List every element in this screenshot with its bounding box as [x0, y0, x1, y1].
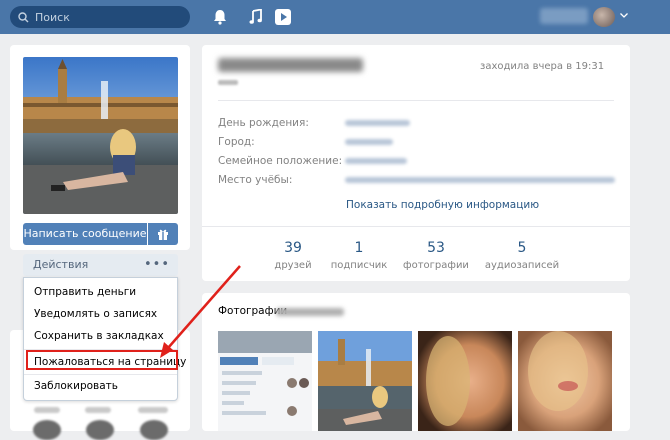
- gift-icon: [158, 229, 168, 240]
- city-value-blurred[interactable]: [345, 139, 393, 145]
- friend-name-blurred: [34, 407, 60, 413]
- menu-item-notify-posts[interactable]: Уведомлять о записях: [34, 308, 157, 320]
- actions-label: Действия: [33, 258, 89, 271]
- divider: [218, 100, 614, 101]
- menu-item-send-money[interactable]: Отправить деньги: [34, 286, 136, 298]
- avatar[interactable]: [593, 7, 615, 27]
- play-icon[interactable]: [275, 9, 291, 25]
- send-message-button[interactable]: Написать сообщение: [23, 223, 147, 245]
- counter-photos[interactable]: 53 фотографии: [391, 240, 481, 271]
- search-icon: [18, 11, 29, 22]
- friend-name-blurred: [85, 407, 111, 413]
- birthday-label: День рождения:: [218, 117, 309, 129]
- counter-label: аудиозаписей: [484, 260, 560, 271]
- menu-item-block[interactable]: Заблокировать: [34, 380, 118, 392]
- counter-audio[interactable]: 5 аудиозаписей: [477, 240, 567, 271]
- actions-dropdown-menu: Отправить деньги Уведомлять о записях Со…: [23, 277, 186, 401]
- more-dots-icon: •••: [143, 257, 170, 272]
- chevron-down-icon[interactable]: [620, 13, 628, 18]
- friend-avatar[interactable]: [86, 420, 114, 440]
- report-highlight-box: [26, 350, 178, 370]
- birthday-value-blurred[interactable]: [345, 120, 410, 126]
- profile-status-blurred: [218, 80, 238, 85]
- photo-thumbnail[interactable]: [318, 331, 412, 431]
- education-label: Место учёбы:: [218, 174, 293, 186]
- divider: [202, 226, 630, 227]
- last-seen-status: заходила вчера в 19:31: [480, 61, 605, 72]
- show-full-info-link[interactable]: Показать подробную информацию: [346, 199, 539, 211]
- friend-avatar[interactable]: [140, 420, 168, 440]
- user-name-blurred[interactable]: [540, 8, 588, 24]
- counter-value: 5: [517, 240, 527, 256]
- gift-button[interactable]: [148, 223, 178, 245]
- counter-label: фотографии: [403, 260, 469, 271]
- search-box[interactable]: [10, 6, 190, 28]
- music-icon[interactable]: [249, 9, 263, 25]
- relationship-value-blurred[interactable]: [345, 158, 407, 164]
- photo-thumbnail[interactable]: [218, 331, 312, 431]
- actions-dropdown-toggle[interactable]: Действия •••: [23, 254, 178, 276]
- search-input[interactable]: [35, 10, 175, 24]
- education-value-blurred[interactable]: [345, 177, 615, 183]
- city-label: Город:: [218, 136, 255, 148]
- counter-value: 53: [427, 240, 445, 256]
- photos-owner-blurred: [276, 308, 344, 316]
- photo-thumbnail[interactable]: [418, 331, 512, 431]
- profile-photo[interactable]: [23, 57, 178, 214]
- profile-name-blurred: [218, 58, 363, 72]
- photo-thumbnail[interactable]: [518, 331, 612, 431]
- friend-name-blurred: [138, 407, 168, 413]
- menu-divider: [24, 374, 177, 375]
- friend-avatar[interactable]: [33, 420, 61, 440]
- menu-item-save-bookmarks[interactable]: Сохранить в закладках: [34, 330, 164, 342]
- relationship-label: Семейное положение:: [218, 155, 343, 167]
- bell-icon[interactable]: [213, 9, 227, 25]
